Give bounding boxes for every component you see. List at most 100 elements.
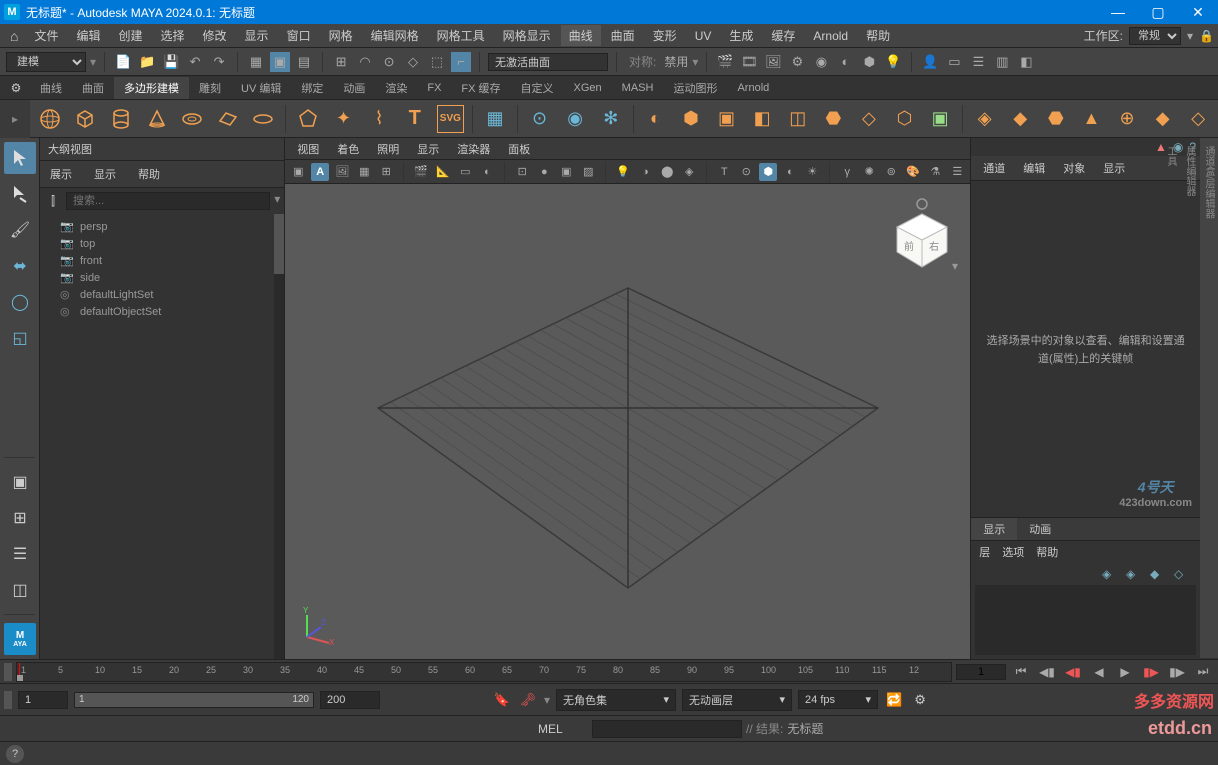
layer-move-up-icon[interactable]: ◈ xyxy=(1102,567,1120,581)
new-scene-icon[interactable]: 📄 xyxy=(113,52,133,72)
menu-edit-mesh[interactable]: 编辑网格 xyxy=(363,25,427,46)
vp-xray-j-icon[interactable]: ◐ xyxy=(781,163,799,181)
lasso-tool[interactable] xyxy=(4,178,36,210)
vp-res-icon[interactable]: ▭ xyxy=(456,163,474,181)
symmetry-icon[interactable]: ✻ xyxy=(597,105,625,133)
redo-icon[interactable]: ↷ xyxy=(209,52,229,72)
outliner-tab-display[interactable]: 展示 xyxy=(40,164,82,184)
shelf-tab-arnold[interactable]: Arnold xyxy=(727,79,779,97)
scale-tool[interactable]: ◱ xyxy=(4,322,36,354)
platonic-icon[interactable] xyxy=(294,105,322,133)
vp-msaa-icon[interactable]: ◈ xyxy=(680,163,698,181)
outliner-tab-help[interactable]: 帮助 xyxy=(128,164,170,184)
cb-tab-show[interactable]: 显示 xyxy=(1095,158,1133,178)
vp-settings-icon[interactable]: ☰ xyxy=(948,163,966,181)
snap-view-icon[interactable]: ⌐ xyxy=(451,52,471,72)
vp-grid-icon[interactable]: ⊞ xyxy=(377,163,395,181)
layer-tab-display[interactable]: 显示 xyxy=(971,518,1017,540)
shelf-tab-curves[interactable]: 曲线 xyxy=(30,77,72,99)
menu-select[interactable]: 选择 xyxy=(153,25,193,46)
panel-2-icon[interactable]: ☰ xyxy=(968,52,988,72)
shelf-tab-anim[interactable]: 动画 xyxy=(333,77,375,99)
open-scene-icon[interactable]: 📁 xyxy=(137,52,157,72)
layer-tab-anim[interactable]: 动画 xyxy=(1017,518,1063,540)
vp-image-icon[interactable]: 🖼 xyxy=(333,163,351,181)
vp-gamma-icon[interactable]: γ xyxy=(838,163,856,181)
symmetry-value[interactable]: 禁用 xyxy=(664,53,688,70)
vp-menu-view[interactable]: 视图 xyxy=(289,139,327,159)
shelf-menu-icon[interactable]: ▸ xyxy=(0,100,30,138)
range-grip[interactable] xyxy=(4,691,12,709)
menu-generate[interactable]: 生成 xyxy=(721,25,761,46)
reduce-icon[interactable]: ◆ xyxy=(1006,105,1034,133)
outliner-search[interactable] xyxy=(66,192,270,210)
lock-icon[interactable]: 🔒 xyxy=(1199,29,1214,43)
menu-uv[interactable]: UV xyxy=(687,27,720,45)
vp-shade-icon[interactable]: ◐ xyxy=(478,163,496,181)
smooth-icon[interactable]: ▣ xyxy=(926,105,954,133)
menu-cache[interactable]: 缓存 xyxy=(763,25,803,46)
vp-wire-icon[interactable]: ⊡ xyxy=(513,163,531,181)
fill-hole-icon[interactable]: ⬣ xyxy=(1042,105,1070,133)
menu-mesh-display[interactable]: 网格显示 xyxy=(495,25,559,46)
bool-union-icon[interactable]: ⬣ xyxy=(820,105,848,133)
menu-display[interactable]: 显示 xyxy=(237,25,277,46)
panel-1-icon[interactable]: ▭ xyxy=(944,52,964,72)
step-fwd-icon[interactable]: ▮▶ xyxy=(1140,663,1162,681)
vp-dof-icon[interactable]: ⊚ xyxy=(882,163,900,181)
outliner-item-front[interactable]: 📷front xyxy=(40,252,284,269)
vp-motion-icon[interactable]: T xyxy=(715,163,733,181)
close-button[interactable]: ✕ xyxy=(1178,0,1218,24)
step-back-key-icon[interactable]: ◀▮ xyxy=(1036,663,1058,681)
shelf-tab-custom[interactable]: 自定义 xyxy=(511,77,564,99)
vp-bookmark-icon[interactable]: A xyxy=(311,163,329,181)
current-frame-field[interactable] xyxy=(956,664,1006,680)
script-input[interactable] xyxy=(592,720,742,738)
cb-tab-channels[interactable]: 通道 xyxy=(975,158,1013,178)
collapse-icon[interactable]: ⊕ xyxy=(1113,105,1141,133)
bool-diff-icon[interactable]: ◇ xyxy=(855,105,883,133)
loop-icon[interactable]: 🔁 xyxy=(884,690,904,710)
panel-4-icon[interactable]: ◧ xyxy=(1016,52,1036,72)
snap-curve-icon[interactable]: ◠ xyxy=(355,52,375,72)
step-fwd-key-icon[interactable]: ▮▶ xyxy=(1166,663,1188,681)
paint-tool[interactable]: 🖌 xyxy=(4,214,36,246)
vp-menu-renderer[interactable]: 渲染器 xyxy=(449,139,498,159)
outliner-item-side[interactable]: 📷side xyxy=(40,269,284,286)
shelf-tab-fx[interactable]: FX xyxy=(417,79,451,97)
minimize-button[interactable]: — xyxy=(1098,0,1138,24)
vp-shadow-icon[interactable]: ◑ xyxy=(636,163,654,181)
timeline-grip[interactable] xyxy=(4,663,12,681)
select-by-type-icon[interactable]: ▣ xyxy=(270,52,290,72)
outliner-item-persp[interactable]: 📷persp xyxy=(40,218,284,235)
scrollbar-thumb[interactable] xyxy=(274,214,284,274)
shelf-tab-render[interactable]: 渲染 xyxy=(375,77,417,99)
render-globals-icon[interactable]: ◉ xyxy=(811,52,831,72)
poly-plane-icon[interactable] xyxy=(214,105,242,133)
help-icon[interactable]: ? xyxy=(6,745,24,763)
move-tool[interactable]: ⬌ xyxy=(4,250,36,282)
outliner-item-top[interactable]: 📷top xyxy=(40,235,284,252)
shelf-tab-rigging[interactable]: 绑定 xyxy=(291,77,333,99)
bookmark-icon[interactable]: 🔖 xyxy=(492,690,512,710)
range-slider-bar[interactable]: 1 120 xyxy=(74,692,314,708)
svg-icon[interactable]: SVG xyxy=(437,105,465,133)
range-start-field[interactable] xyxy=(18,691,68,709)
bevel-icon[interactable]: ◧ xyxy=(748,105,776,133)
maya-icon[interactable]: MAYA xyxy=(4,623,36,655)
hypershade-icon[interactable]: ◐ xyxy=(835,52,855,72)
view-cube[interactable]: 前 右 ▾ xyxy=(882,192,962,272)
target-icon[interactable]: ⊙ xyxy=(526,105,554,133)
workspace-dropdown[interactable]: 常规 xyxy=(1129,27,1181,45)
shelf-tab-mash[interactable]: MASH xyxy=(612,79,664,97)
vp-menu-panels[interactable]: 面板 xyxy=(500,139,538,159)
mirror-icon[interactable]: ◈ xyxy=(971,105,999,133)
vp-2d-icon[interactable]: ▦ xyxy=(355,163,373,181)
ipr-icon[interactable]: 🎞 xyxy=(739,52,759,72)
material-icon[interactable]: ⬢ xyxy=(859,52,879,72)
shelf-tab-surfaces[interactable]: 曲面 xyxy=(72,77,114,99)
menu-mesh-tools[interactable]: 网格工具 xyxy=(429,25,493,46)
play-forward-icon[interactable]: ▶ xyxy=(1114,663,1136,681)
autokey-icon[interactable]: 🗝 xyxy=(518,690,538,710)
vp-light-icon[interactable]: 💡 xyxy=(614,163,632,181)
